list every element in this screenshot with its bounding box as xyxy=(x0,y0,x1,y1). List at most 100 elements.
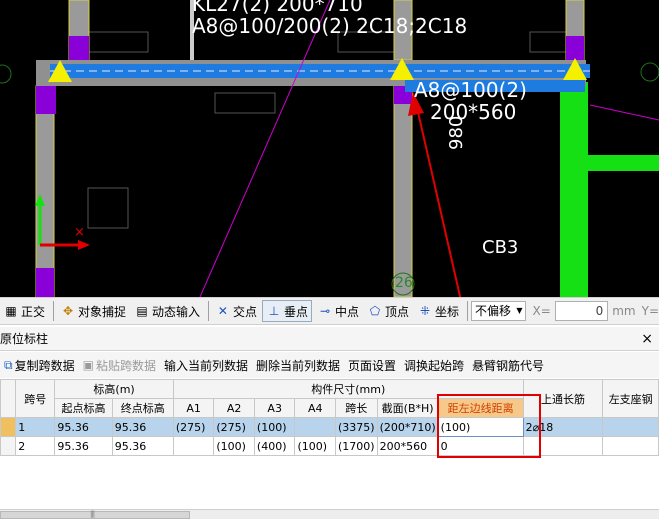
dynamic-input-toggle[interactable]: ▤ 动态输入 xyxy=(131,300,203,322)
x-label: X= xyxy=(532,304,551,318)
a4-cell[interactable]: (100) xyxy=(294,436,337,456)
end-elev-header: 终点标高 xyxy=(111,398,174,418)
intersection-snap[interactable]: ✕ 交点 xyxy=(212,300,260,322)
span-length-cell[interactable]: (3375) xyxy=(335,417,378,437)
table-row[interactable]: 1 95.36 95.36 (275) (275) (100) (3375) (… xyxy=(0,417,659,437)
coordinate-label: 坐标 xyxy=(435,304,460,319)
left-support-cell[interactable] xyxy=(602,436,659,456)
a1-header: A1 xyxy=(172,398,215,418)
cantilever-code-button[interactable]: 悬臂钢筋代号 xyxy=(468,357,548,374)
separator xyxy=(208,301,209,321)
panel-title: 原位标柱 xyxy=(0,332,49,346)
row-header[interactable] xyxy=(0,436,17,456)
chevron-down-icon: ▼ xyxy=(516,306,523,315)
perpendicular-label: 垂点 xyxy=(283,304,308,319)
top-long-header: 上通长筋 xyxy=(522,379,604,418)
axis-number: 26 xyxy=(395,275,413,291)
top-long-cell[interactable] xyxy=(522,436,604,456)
ortho-icon: ▦ xyxy=(5,304,17,318)
coordinate-icon: ⁜ xyxy=(419,304,431,318)
swap-start-span-button[interactable]: 调换起始跨 xyxy=(400,357,468,374)
ortho-toggle[interactable]: ▦ 正交 xyxy=(0,300,48,322)
top-long-cell[interactable]: 2⌀18 xyxy=(522,417,604,437)
left-distance-header: 距左边线距离 xyxy=(437,398,524,418)
span-length-header: 跨长 xyxy=(335,398,378,418)
a3-cell[interactable]: (400) xyxy=(253,436,296,456)
span-length-cell[interactable]: (1700) xyxy=(335,436,378,456)
separator xyxy=(467,301,468,321)
vertex-snap[interactable]: ⬠ 顶点 xyxy=(364,300,412,322)
dimension-label: 980 xyxy=(446,115,467,150)
page-setup-button[interactable]: 页面设置 xyxy=(344,357,400,374)
vertex-label: 顶点 xyxy=(385,304,410,319)
separator xyxy=(53,301,54,321)
span-cell[interactable]: 2 xyxy=(15,436,56,456)
a3-cell[interactable]: (100) xyxy=(253,417,296,437)
unit-label: mm xyxy=(612,304,636,318)
perpendicular-icon: ⊥ xyxy=(268,304,280,318)
intersection-label: 交点 xyxy=(232,304,257,319)
left-support-header: 左支座钢 xyxy=(602,379,659,418)
start-elev-header: 起点标高 xyxy=(54,398,113,418)
object-snap-label: 对象捕捉 xyxy=(77,304,126,319)
dynamic-input-icon: ▤ xyxy=(136,304,148,318)
left-support-cell[interactable] xyxy=(602,417,659,437)
offset-select[interactable]: 不偏移 ▼ xyxy=(470,301,527,321)
a4-cell[interactable] xyxy=(294,417,337,437)
beam-label-section: 200*560 xyxy=(430,100,517,124)
vertex-icon: ⬠ xyxy=(369,304,381,318)
cad-viewport[interactable]: × KL27(2) 200*710 A8@100/200(2) 2C18;2C1… xyxy=(0,0,659,297)
corner-cell xyxy=(0,379,17,418)
x-input[interactable]: 0 xyxy=(554,301,609,321)
section-cell[interactable]: (200*710) xyxy=(376,417,439,437)
offset-select-value: 不偏移 xyxy=(474,304,511,318)
a3-header: A3 xyxy=(253,398,296,418)
y-label: Y= xyxy=(641,304,659,318)
paste-span-label: 粘贴跨数据 xyxy=(95,358,156,373)
perpendicular-snap[interactable]: ⊥ 垂点 xyxy=(261,300,312,322)
section-cell[interactable]: 200*560 xyxy=(376,436,439,456)
scrollbar-grip: ||| xyxy=(90,510,95,518)
panel-header: 原位标柱 × xyxy=(0,327,659,351)
paste-icon: ▣ xyxy=(82,358,94,372)
beam-label-stirrup: A8@100(2) xyxy=(414,78,527,102)
coordinate-snap[interactable]: ⁜ 坐标 xyxy=(414,300,462,322)
left-distance-cell[interactable]: 0 xyxy=(437,436,524,456)
midpoint-label: 中点 xyxy=(334,304,359,319)
snap-toolbar: ▦ 正交 ✥ 对象捕捉 ▤ 动态输入 ✕ 交点 ⊥ 垂点 ⊸ 中点 ⬠ 顶点 ⁜ 坐标 不偏移 ▼… xyxy=(0,297,659,325)
left-distance-input[interactable]: (100) xyxy=(437,417,524,437)
table-row[interactable]: 2 95.36 95.36 (100) (400) (100) (1700) 2… xyxy=(0,436,659,456)
copy-icon: ⧉ xyxy=(4,357,13,372)
a2-header: A2 xyxy=(213,398,255,418)
midpoint-snap[interactable]: ⊸ 中点 xyxy=(314,300,362,322)
beam-label-rebar: A8@100/200(2) 2C18;2C18 xyxy=(192,14,468,38)
copy-span-label: 复制跨数据 xyxy=(14,358,75,373)
panel-toolbar: ⧉ 复制跨数据 ▣ 粘贴跨数据 输入当前列数据 删除当前列数据 页面设置 调换起始跨… xyxy=(0,352,659,378)
slab-label: CB3 xyxy=(482,237,519,258)
dynamic-input-label: 动态输入 xyxy=(151,304,200,319)
a2-cell[interactable]: (100) xyxy=(213,436,255,456)
delete-column-button[interactable]: 删除当前列数据 xyxy=(252,357,344,374)
midpoint-icon: ⊸ xyxy=(319,304,331,318)
svg-text:×: × xyxy=(74,225,85,240)
object-snap-toggle[interactable]: ✥ 对象捕捉 xyxy=(57,300,129,322)
copy-span-button[interactable]: ⧉ 复制跨数据 xyxy=(0,357,79,374)
end-elev-cell[interactable]: 95.36 xyxy=(111,417,174,437)
close-icon[interactable]: × xyxy=(641,331,655,347)
input-column-button[interactable]: 输入当前列数据 xyxy=(160,357,252,374)
start-elev-cell[interactable]: 95.36 xyxy=(54,417,113,437)
a2-cell[interactable]: (275) xyxy=(213,417,255,437)
a1-cell[interactable] xyxy=(172,436,215,456)
a1-cell[interactable]: (275) xyxy=(172,417,215,437)
intersection-icon: ✕ xyxy=(217,304,228,318)
horizontal-scrollbar[interactable]: ||| xyxy=(0,509,659,519)
end-elev-cell[interactable]: 95.36 xyxy=(111,436,174,456)
start-elev-cell[interactable]: 95.36 xyxy=(54,436,113,456)
span-table: 跨号 标高(m) 构件尺寸(mm) 上通长筋 左支座钢 起点标高 终点标高 A1… xyxy=(0,379,659,509)
scrollbar-thumb[interactable] xyxy=(0,511,190,519)
paste-span-button[interactable]: ▣ 粘贴跨数据 xyxy=(79,357,160,374)
a4-header: A4 xyxy=(294,398,337,418)
section-header: 截面(B*H) xyxy=(376,398,439,418)
row-header[interactable] xyxy=(0,417,17,437)
span-cell[interactable]: 1 xyxy=(15,417,56,437)
